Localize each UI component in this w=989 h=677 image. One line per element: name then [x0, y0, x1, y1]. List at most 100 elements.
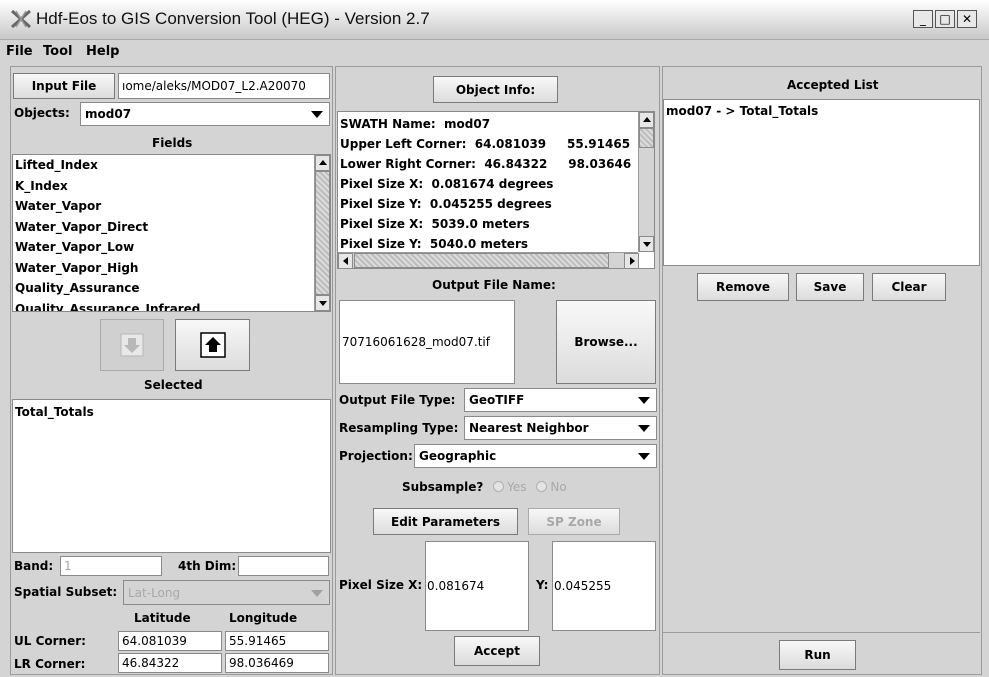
info-line: Upper Left Corner: 64.081039 55.91465 — [340, 137, 631, 151]
selected-list[interactable]: Total_Totals — [12, 399, 331, 553]
list-item[interactable]: mod07 - > Total_Totals — [664, 100, 979, 122]
list-item[interactable]: Quality_Assurance_Infrared — [13, 299, 330, 312]
scroll-down-button[interactable] — [639, 236, 654, 252]
fields-list[interactable]: Lifted_Index K_Index Water_Vapor Water_V… — [12, 154, 331, 312]
band-field[interactable]: 1 — [60, 556, 162, 576]
lr-longitude-field[interactable]: 98.036469 — [225, 653, 329, 673]
spatial-subset-dropdown[interactable]: Lat-Long — [123, 580, 330, 605]
scroll-down-button[interactable] — [315, 295, 330, 311]
pixel-size-x-field[interactable]: 0.081674 — [425, 541, 529, 631]
maximize-button[interactable]: □ — [935, 10, 955, 28]
clear-button[interactable]: Clear — [872, 273, 946, 301]
info-line: Pixel Size Y: 0.045255 degrees — [340, 197, 552, 211]
output-file-type-value: GeoTIFF — [469, 393, 525, 407]
output-file-name-label: Output File Name: — [432, 278, 556, 292]
info-line: Pixel Size Y: 5040.0 meters — [340, 237, 528, 251]
subsample-yes-label: Yes — [507, 480, 527, 494]
remove-button[interactable]: Remove — [697, 273, 789, 301]
minimize-button[interactable]: _ — [913, 10, 933, 28]
chevron-down-icon — [638, 453, 650, 460]
chevron-down-icon — [311, 589, 323, 597]
edit-parameters-button[interactable]: Edit Parameters — [373, 508, 518, 535]
subsample-row: Subsample? Yes No — [402, 480, 567, 494]
pixel-size-x-label: Pixel Size X: — [339, 578, 423, 592]
list-item[interactable]: Total_Totals — [13, 400, 330, 421]
ul-longitude-field[interactable]: 55.91465 — [225, 631, 329, 651]
object-info-button[interactable]: Object Info: — [433, 76, 558, 103]
info-horizontal-scrollbar[interactable] — [338, 252, 639, 268]
save-button[interactable]: Save — [796, 273, 864, 301]
spatial-subset-value: Lat-Long — [128, 585, 181, 600]
chevron-down-icon — [311, 111, 323, 118]
projection-dropdown[interactable]: Geographic — [414, 444, 657, 468]
object-info-panel: SWATH Name: mod07 Upper Left Corner: 64.… — [337, 111, 655, 269]
scroll-right-button[interactable] — [624, 253, 639, 268]
ul-latitude-field[interactable]: 64.081039 — [118, 631, 222, 651]
accepted-list-header: Accepted List — [787, 78, 879, 92]
info-line: Pixel Size X: 5039.0 meters — [340, 217, 530, 231]
list-item[interactable]: Lifted_Index — [13, 155, 330, 176]
input-file-path-field[interactable]: ıome/aleks/MOD07_L2.A20070 — [118, 73, 330, 99]
arrow-up-icon — [319, 160, 327, 165]
arrow-up-icon — [643, 117, 651, 122]
window-title: Hdf-Eos to GIS Conversion Tool (HEG) - V… — [36, 9, 430, 28]
projection-label: Projection: — [339, 449, 413, 463]
menu-tool[interactable]: Tool — [43, 44, 72, 59]
output-file-type-dropdown[interactable]: GeoTIFF — [464, 388, 657, 412]
info-vertical-scrollbar[interactable] — [638, 112, 654, 252]
menu-help[interactable]: Help — [86, 44, 119, 59]
resampling-type-dropdown[interactable]: Nearest Neighbor — [464, 416, 657, 440]
arrow-right-icon — [630, 257, 635, 265]
fourth-dim-field[interactable] — [238, 556, 329, 576]
resampling-type-value: Nearest Neighbor — [469, 421, 589, 435]
subsample-label: Subsample? — [402, 480, 484, 494]
pixel-size-y-field[interactable]: 0.045255 — [552, 541, 656, 631]
scroll-left-button[interactable] — [338, 253, 353, 268]
output-file-name-field[interactable]: 70716061628_mod07.tif — [339, 300, 515, 384]
arrow-down-icon — [319, 301, 327, 306]
objects-value: mod07 — [85, 107, 132, 121]
subsample-yes-radio[interactable] — [493, 481, 505, 492]
spatial-subset-label: Spatial Subset: — [14, 585, 118, 599]
list-item[interactable]: Water_Vapor — [13, 196, 330, 217]
objects-label: Objects: — [14, 106, 70, 120]
list-item[interactable]: Quality_Assurance — [13, 278, 330, 299]
list-item[interactable]: Water_Vapor_Low — [13, 237, 330, 258]
list-item[interactable]: Water_Vapor_High — [13, 258, 330, 279]
app-icon — [11, 9, 31, 29]
arrow-up-icon — [199, 332, 226, 358]
projection-value: Geographic — [419, 449, 497, 463]
list-item[interactable]: Water_Vapor_Direct — [13, 217, 330, 238]
sp-zone-button[interactable]: SP Zone — [528, 508, 620, 535]
scroll-up-button[interactable] — [315, 155, 330, 171]
input-file-button[interactable]: Input File — [13, 73, 115, 99]
subsample-no-label: No — [550, 480, 567, 494]
move-up-button[interactable] — [175, 319, 250, 371]
fields-scrollbar[interactable] — [314, 155, 330, 311]
selected-header: Selected — [144, 378, 203, 392]
scroll-thumb[interactable] — [315, 171, 330, 295]
accept-button[interactable]: Accept — [454, 636, 540, 666]
objects-dropdown[interactable]: mod07 — [80, 102, 330, 126]
list-item[interactable]: K_Index — [13, 176, 330, 197]
browse-button[interactable]: Browse... — [556, 300, 656, 384]
arrow-down-icon — [120, 333, 144, 357]
accepted-list[interactable]: mod07 - > Total_Totals — [663, 99, 980, 266]
scroll-up-button[interactable] — [639, 112, 654, 128]
menu-file[interactable]: File — [6, 44, 33, 59]
latitude-header: Latitude — [134, 611, 191, 625]
lr-latitude-field[interactable]: 46.84322 — [118, 653, 222, 673]
scroll-thumb[interactable] — [639, 128, 654, 148]
scroll-thumb[interactable] — [354, 253, 609, 268]
band-label: Band: — [14, 559, 54, 573]
info-line: SWATH Name: mod07 — [340, 117, 491, 131]
move-down-button[interactable] — [100, 319, 164, 371]
close-button[interactable]: ✕ — [957, 10, 977, 28]
run-button[interactable]: Run — [779, 640, 856, 670]
longitude-header: Longitude — [229, 611, 298, 625]
fields-header: Fields — [152, 136, 193, 150]
pixel-size-y-label: Y: — [536, 578, 549, 592]
arrow-left-icon — [343, 257, 348, 265]
subsample-no-radio[interactable] — [536, 481, 548, 492]
resampling-type-label: Resampling Type: — [339, 421, 459, 435]
